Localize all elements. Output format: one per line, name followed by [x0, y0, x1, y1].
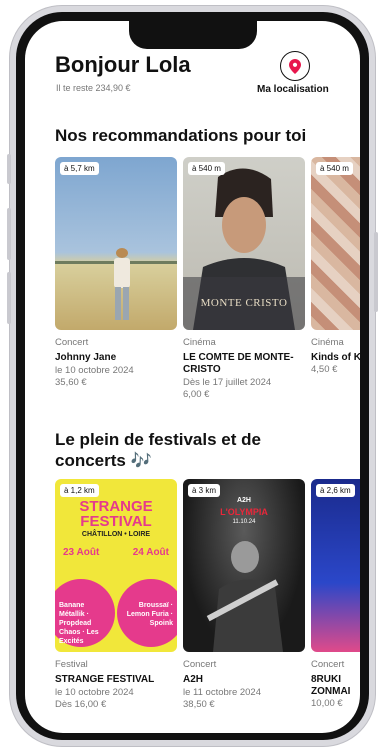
- event-name: LE COMTE DE MONTE-CRISTO: [183, 352, 294, 375]
- balance-text: Il te reste 234,90 €: [56, 83, 131, 93]
- poster-day: 23 Août: [63, 547, 100, 558]
- event-card[interactable]: à 540 m Cinéma Kinds of Kindness 4,50 €: [311, 157, 360, 376]
- event-date: Dès le 17 juillet 2024: [183, 377, 272, 388]
- poster-title: MONTE CRISTO: [200, 297, 288, 309]
- poster-day: 24 Août: [132, 547, 169, 558]
- guitarist-figure: [206, 541, 283, 652]
- event-category: Cinéma: [183, 337, 216, 348]
- event-card[interactable]: STRANGE FESTIVAL CHÂTILLON • LOIRE 23 Ao…: [55, 479, 177, 711]
- side-button: [374, 232, 378, 312]
- event-category: Festival: [55, 659, 88, 670]
- event-price: Dès 16,00 €: [55, 699, 107, 710]
- event-image: à 5,7 km: [55, 157, 177, 330]
- poster-place: CHÂTILLON • LOIRE: [81, 531, 151, 538]
- event-name: A2H: [183, 674, 204, 685]
- event-image: à 540 m MONTE CRISTO: [183, 157, 305, 330]
- poster-lineup: Banane Métallik · Propdead Chaos · Les E…: [59, 602, 99, 645]
- event-date: le 11 octobre 2024: [183, 687, 261, 698]
- poster-lineup: Broussaï · Lemon Furia · Spoink: [126, 602, 173, 627]
- poster-title: STRANGE FESTIVAL: [79, 498, 153, 530]
- location-label[interactable]: Ma localisation: [257, 84, 329, 95]
- event-category: Concert: [311, 659, 345, 670]
- event-price: 10,00 €: [311, 698, 343, 709]
- event-name: Johnny Jane: [55, 352, 117, 363]
- side-button: [7, 208, 11, 260]
- event-card[interactable]: A2H L'OLYMPIA 11.10.24 à 3 km Concert A2…: [183, 479, 305, 711]
- distance-badge: à 3 km: [188, 484, 221, 497]
- event-category: Concert: [183, 659, 217, 670]
- notch: [129, 21, 257, 49]
- recommendations-carousel[interactable]: à 5,7 km Concert Johnny Jane le 10 octob…: [25, 157, 360, 417]
- app-screen: Bonjour Lola Il te reste 234,90 € Ma loc…: [25, 21, 360, 733]
- event-name: STRANGE FESTIVAL: [55, 674, 155, 685]
- person-figure: [55, 248, 177, 320]
- event-image: à 540 m: [311, 157, 360, 330]
- event-price: 6,00 €: [183, 389, 210, 400]
- event-price: 4,50 €: [311, 364, 338, 375]
- event-image: STRANGE FESTIVAL CHÂTILLON • LOIRE 23 Ao…: [55, 479, 177, 652]
- festivals-carousel[interactable]: STRANGE FESTIVAL CHÂTILLON • LOIRE 23 Ao…: [25, 479, 360, 733]
- event-name: 8RUKI ZONMAI: [311, 674, 351, 697]
- distance-badge: à 2,6 km: [316, 484, 355, 497]
- event-card[interactable]: à 2,6 km Concert 8RUKI ZONMAI 10,00 €: [311, 479, 360, 710]
- greeting: Bonjour Lola: [55, 52, 191, 77]
- distance-badge: à 5,7 km: [60, 162, 99, 175]
- location-pin-icon: [289, 58, 301, 74]
- event-category: Concert: [55, 337, 89, 348]
- distance-badge: à 1,2 km: [60, 484, 99, 497]
- festivals-title: Le plein de festivals et de concerts 🎶: [55, 430, 261, 470]
- side-button: [7, 272, 11, 324]
- event-date: le 10 octobre 2024: [55, 687, 134, 698]
- location-button[interactable]: [280, 51, 310, 81]
- distance-badge: à 540 m: [316, 162, 353, 175]
- event-price: 35,60 €: [55, 377, 87, 388]
- event-name: Kinds of Kindness: [311, 352, 360, 363]
- event-image: à 2,6 km: [311, 479, 360, 652]
- side-button: [7, 154, 11, 184]
- event-date: le 10 octobre 2024: [55, 365, 134, 376]
- event-image: A2H L'OLYMPIA 11.10.24 à 3 km: [183, 479, 305, 652]
- event-card[interactable]: à 5,7 km Concert Johnny Jane le 10 octob…: [55, 157, 177, 389]
- event-card[interactable]: à 540 m MONTE CRISTO Cinéma LE COMTE DE …: [183, 157, 305, 401]
- recommendations-title: Nos recommandations pour toi: [55, 126, 307, 145]
- event-category: Cinéma: [311, 337, 344, 348]
- event-price: 38,50 €: [183, 699, 215, 710]
- distance-badge: à 540 m: [188, 162, 225, 175]
